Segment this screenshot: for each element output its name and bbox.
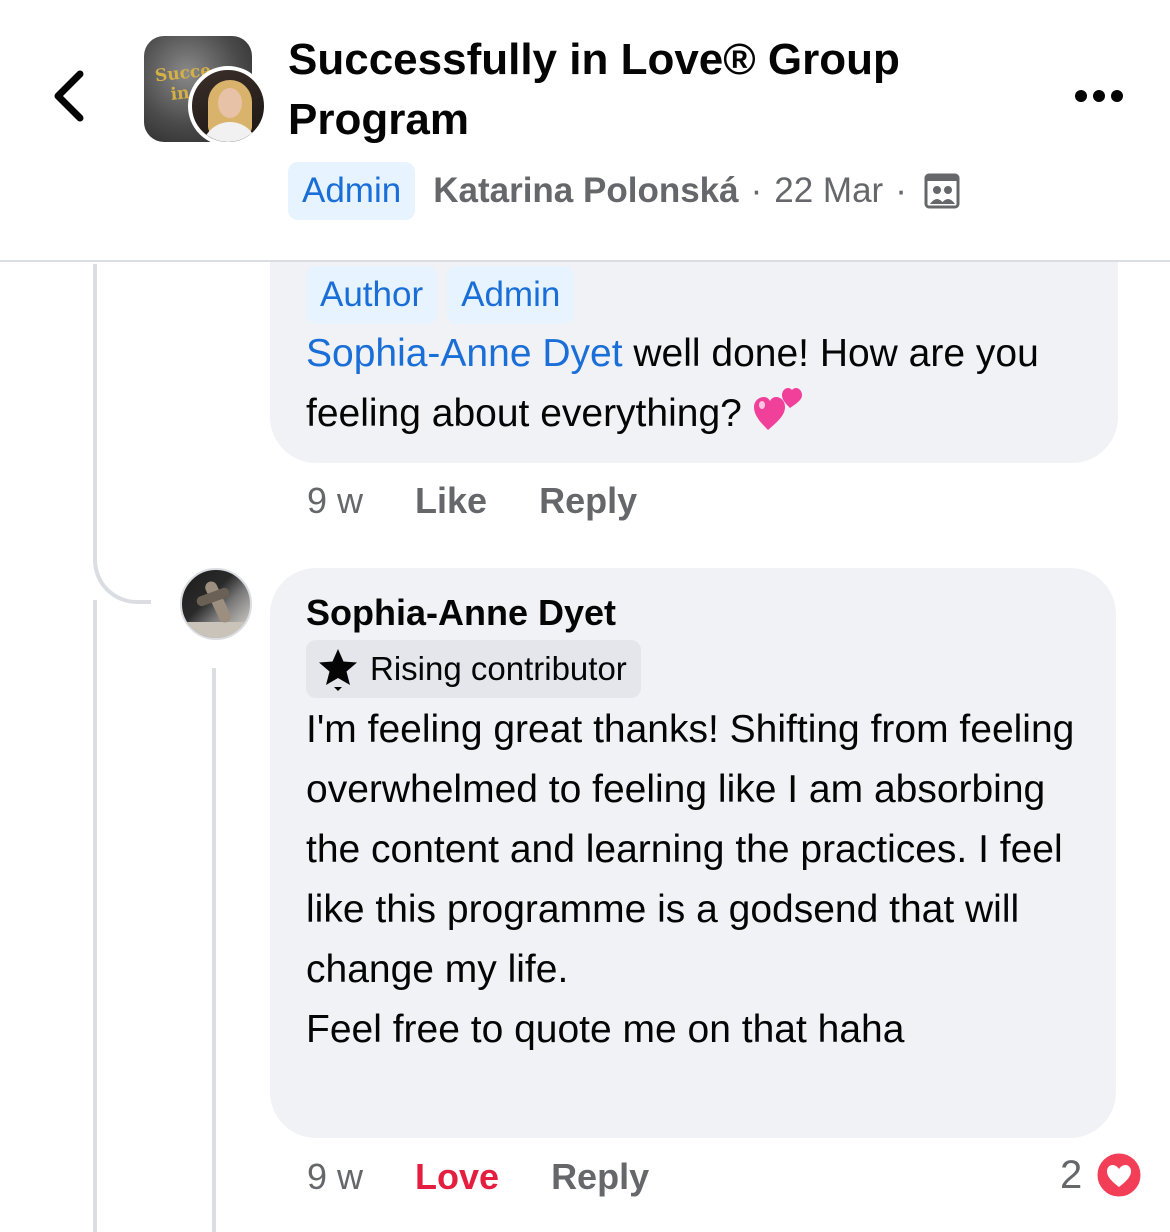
comment-badges: Author Admin bbox=[306, 266, 575, 324]
group-members-icon bbox=[924, 173, 960, 209]
love-button[interactable]: Love bbox=[415, 1156, 499, 1198]
like-button[interactable]: Like bbox=[415, 480, 487, 522]
comment-bubble: Author Admin Sophia-Anne Dyet well done!… bbox=[270, 230, 1118, 463]
reply-button[interactable]: Reply bbox=[539, 480, 637, 522]
commenter-avatar[interactable] bbox=[180, 568, 252, 640]
reply-button[interactable]: Reply bbox=[551, 1156, 649, 1198]
post-comments-screen: Succe in Successfully in Love® Group Pro… bbox=[0, 0, 1170, 1232]
meta-separator: · bbox=[895, 171, 907, 210]
admin-badge: Admin bbox=[288, 162, 416, 220]
comment-actions: 9 w Love Reply bbox=[307, 1152, 701, 1202]
author-badge: Author bbox=[306, 266, 438, 324]
more-options-button[interactable] bbox=[1072, 80, 1126, 112]
love-reaction-icon bbox=[1094, 1150, 1144, 1200]
reaction-count: 2 bbox=[1060, 1152, 1083, 1197]
comment-time[interactable]: 9 w bbox=[307, 1156, 363, 1198]
admin-badge: Admin bbox=[447, 266, 575, 324]
thread-line bbox=[93, 600, 97, 1232]
chevron-left-icon bbox=[54, 70, 84, 122]
comment-actions: 9 w Like Reply bbox=[307, 476, 689, 526]
post-header: Succe in Successfully in Love® Group Pro… bbox=[0, 0, 1170, 262]
badge-label: Rising contributor bbox=[370, 650, 627, 687]
user-mention-link[interactable]: Sophia-Anne Dyet bbox=[306, 332, 623, 375]
admin-avatar[interactable] bbox=[188, 66, 268, 146]
post-meta: Admin Katarina Polonská · 22 Mar · bbox=[288, 162, 961, 220]
thread-connector-line bbox=[93, 264, 151, 604]
commenter-name[interactable]: Sophia-Anne Dyet bbox=[306, 592, 616, 634]
comment-bubble: Sophia-Anne Dyet Rising contributor I'm … bbox=[270, 568, 1116, 1138]
post-date[interactable]: 22 Mar bbox=[774, 171, 883, 211]
comment-text: Sophia-Anne Dyet well done! How are you … bbox=[306, 324, 1096, 444]
comment-text: I'm feeling great thanks! Shifting from … bbox=[306, 708, 1075, 1051]
comment-time[interactable]: 9 w bbox=[307, 480, 363, 522]
reply-thread-line bbox=[212, 668, 216, 1232]
more-dots-icon bbox=[1075, 90, 1123, 102]
back-button[interactable] bbox=[44, 64, 100, 128]
two-hearts-emoji bbox=[753, 388, 802, 430]
star-icon bbox=[319, 649, 357, 691]
group-title[interactable]: Successfully in Love® Group Program bbox=[288, 30, 988, 150]
rising-contributor-badge[interactable]: Rising contributor bbox=[306, 640, 641, 698]
reaction-summary[interactable]: 2 bbox=[1060, 1150, 1144, 1200]
author-name[interactable]: Katarina Polonská bbox=[433, 171, 738, 211]
meta-separator: · bbox=[750, 171, 763, 210]
